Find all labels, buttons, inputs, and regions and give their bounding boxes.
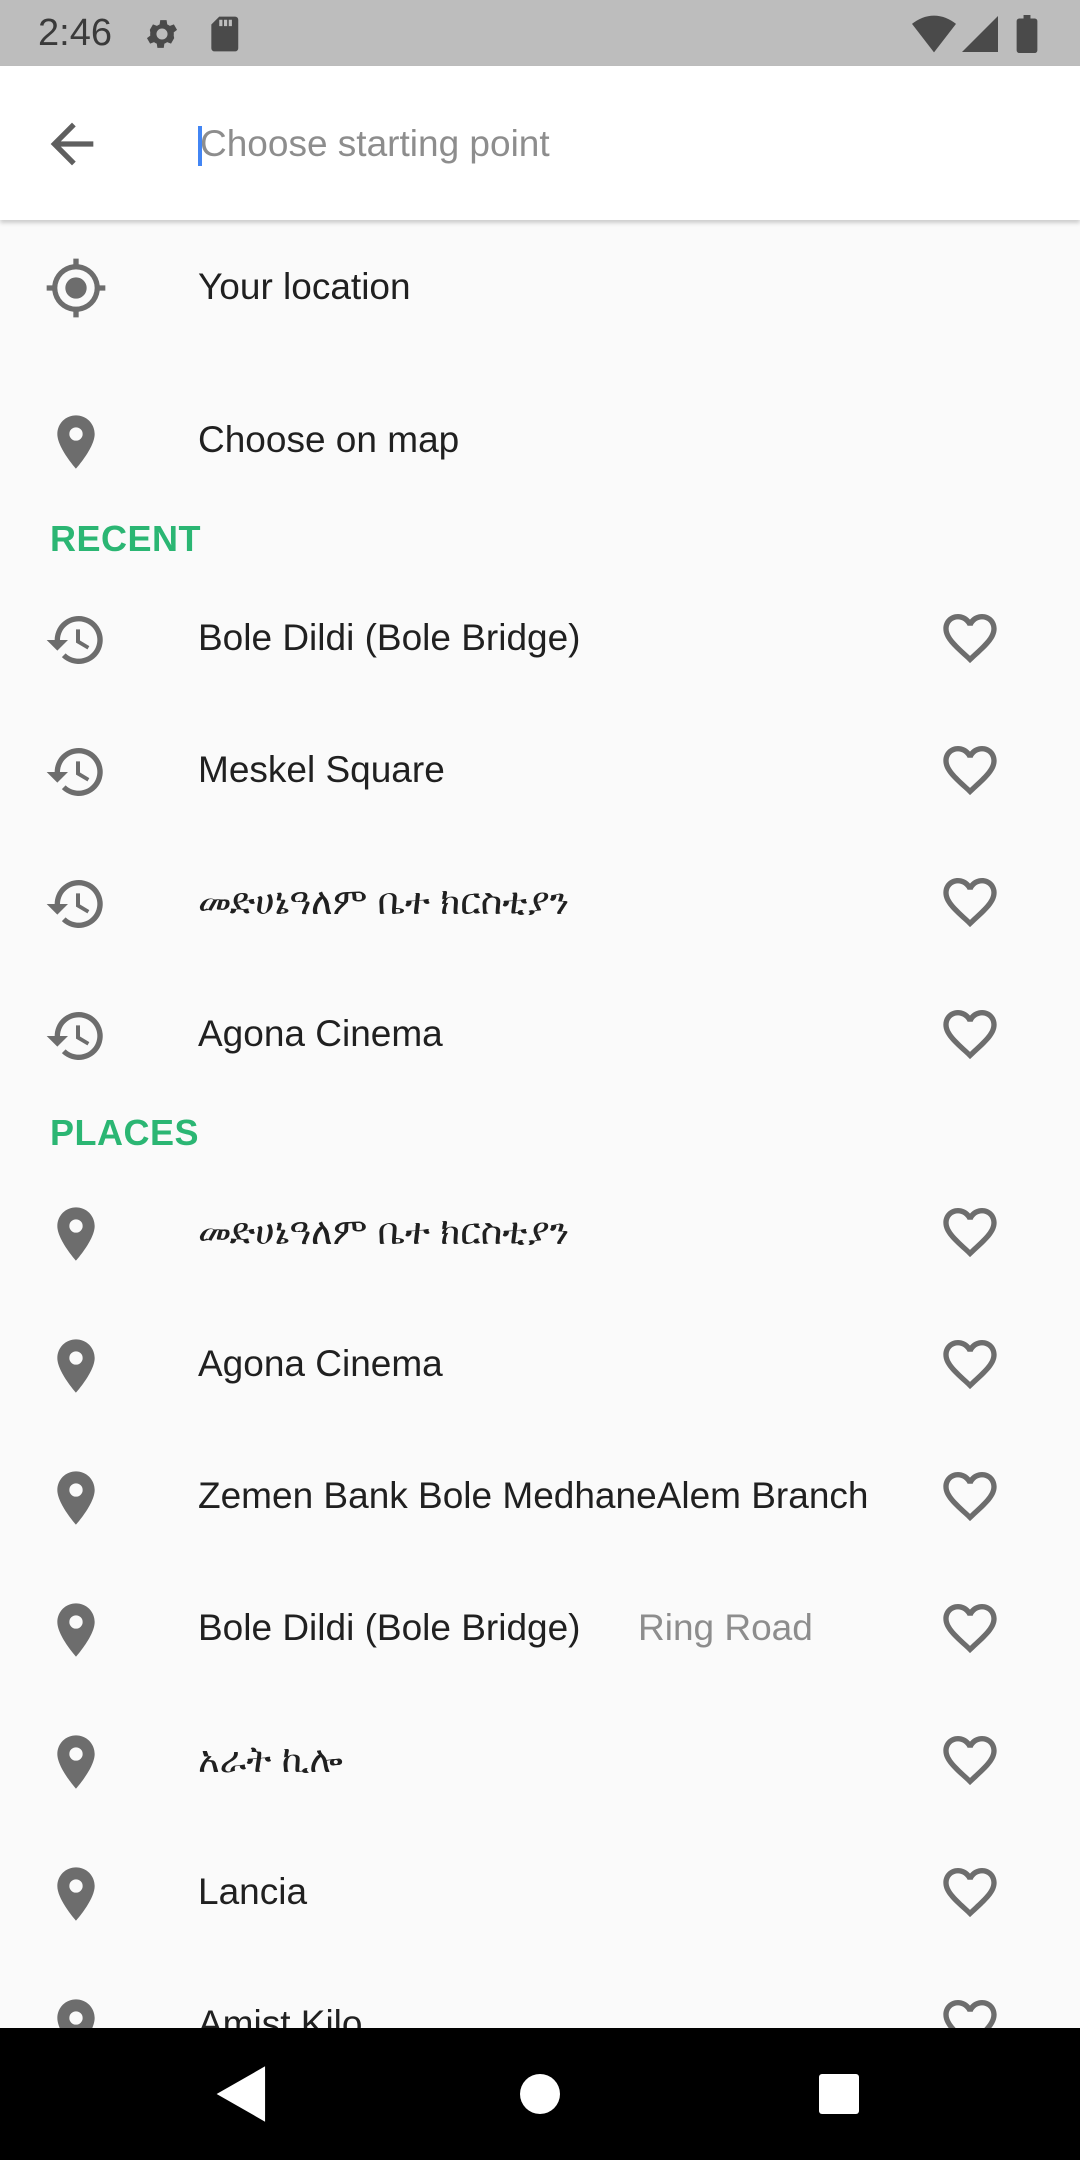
wifi-icon: [912, 15, 956, 53]
place-item[interactable]: Zemen Bank Bole MedhaneAlem Branch: [0, 1430, 1080, 1562]
suggestion-list[interactable]: Your location Choose on map RECENT Bole …: [0, 220, 1080, 2090]
favorite-heart-icon[interactable]: [938, 1332, 1002, 1396]
history-icon: [46, 879, 103, 928]
item-label: Bole Dildi (Bole Bridge): [198, 1607, 581, 1648]
history-icon: [46, 615, 103, 664]
signal-icon: [962, 16, 998, 52]
item-label: Lancia: [198, 1871, 308, 1912]
place-pin-icon: [57, 1603, 95, 1657]
item-label: Agona Cinema: [198, 1343, 443, 1384]
section-header-places: PLACES: [50, 1112, 200, 1153]
place-item[interactable]: Bole Dildi (Bole Bridge) Ring Road: [0, 1562, 1080, 1694]
nav-back-icon[interactable]: [214, 2064, 270, 2124]
system-nav-bar: [0, 2028, 1080, 2160]
recent-item[interactable]: መድሀኔዓለም ቤተ ክርስቲያን: [0, 836, 1080, 968]
item-label: Meskel Square: [198, 749, 445, 790]
place-item[interactable]: Agona Cinema: [0, 1298, 1080, 1430]
your-location-option[interactable]: Your location: [0, 220, 1080, 374]
choose-on-map-option[interactable]: Choose on map: [0, 374, 1080, 506]
search-header: [0, 66, 1080, 220]
item-label: Zemen Bank Bole MedhaneAlem Branch: [198, 1475, 869, 1516]
my-location-icon: [46, 258, 106, 318]
battery-icon: [1016, 15, 1038, 53]
status-bar: 2:46: [0, 0, 1080, 66]
place-pin-icon: [57, 1339, 95, 1393]
item-label: መድሀኔዓለም ቤተ ክርስቲያን: [198, 881, 570, 922]
favorite-heart-icon[interactable]: [938, 1002, 1002, 1066]
status-time: 2:46: [38, 12, 112, 54]
favorite-heart-icon[interactable]: [938, 1200, 1002, 1264]
favorite-heart-icon[interactable]: [938, 1728, 1002, 1792]
item-sublabel: Ring Road: [638, 1607, 813, 1648]
nav-recents-icon[interactable]: [816, 2064, 862, 2124]
item-label: አራት ኪሎ: [198, 1739, 343, 1780]
sd-card-icon: [211, 16, 239, 52]
favorite-heart-icon[interactable]: [938, 738, 1002, 802]
option-label: Choose on map: [198, 419, 460, 460]
text-caret: [198, 126, 202, 166]
place-pin-icon: [57, 1207, 95, 1261]
recent-item[interactable]: Agona Cinema: [0, 968, 1080, 1100]
place-item[interactable]: አራት ኪሎ: [0, 1694, 1080, 1826]
nav-home-icon[interactable]: [518, 2064, 562, 2124]
place-pin-icon: [57, 1867, 95, 1921]
item-label: መድሀኔዓለም ቤተ ክርስቲያን: [198, 1211, 570, 1252]
place-pin-icon: [57, 1735, 95, 1789]
place-pin-icon: [57, 415, 95, 469]
history-icon: [46, 1011, 103, 1060]
section-header-recent: RECENT: [50, 518, 202, 559]
favorite-heart-icon[interactable]: [938, 870, 1002, 934]
gear-icon: [146, 20, 178, 48]
recent-item[interactable]: Bole Dildi (Bole Bridge): [0, 572, 1080, 704]
place-item[interactable]: Lancia: [0, 1826, 1080, 1958]
place-item[interactable]: መድሀኔዓለም ቤተ ክርስቲያን: [0, 1166, 1080, 1298]
option-label: Your location: [198, 266, 411, 307]
starting-point-search-input[interactable]: [196, 106, 1036, 182]
place-pin-icon: [57, 1471, 95, 1525]
item-label: Bole Dildi (Bole Bridge): [198, 617, 581, 658]
back-arrow-icon[interactable]: [40, 112, 104, 176]
favorite-heart-icon[interactable]: [938, 1596, 1002, 1660]
history-icon: [46, 747, 103, 796]
favorite-heart-icon[interactable]: [938, 1860, 1002, 1924]
favorite-heart-icon[interactable]: [938, 606, 1002, 670]
favorite-heart-icon[interactable]: [938, 1464, 1002, 1528]
item-label: Agona Cinema: [198, 1013, 443, 1054]
recent-item[interactable]: Meskel Square: [0, 704, 1080, 836]
